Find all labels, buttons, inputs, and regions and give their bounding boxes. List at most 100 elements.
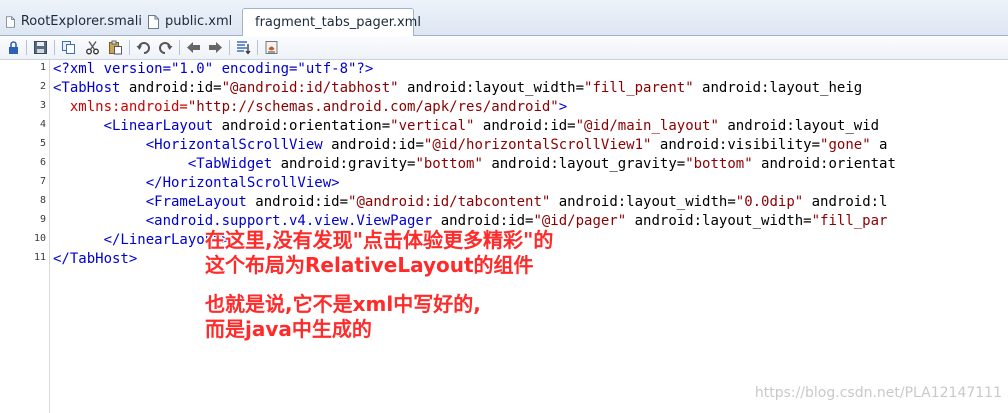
- code-token: android:id=: [246, 194, 349, 210]
- toolbar-separator: [129, 40, 130, 55]
- forward-icon[interactable]: [207, 39, 224, 56]
- annotation-line-4: 而是java中生成的: [205, 317, 372, 341]
- line-number: 9: [39, 214, 46, 225]
- code-token: "http://schemas.android.com/apk/res/andr…: [187, 99, 559, 115]
- tab-label: fragment_tabs_pager.xml: [255, 15, 421, 30]
- toolbar-separator: [179, 40, 180, 55]
- code-token: android:orientat: [752, 156, 896, 172]
- paste-icon[interactable]: [107, 39, 124, 56]
- code-token: android:layout_heig: [693, 80, 863, 96]
- line-number: 2: [39, 81, 46, 92]
- line-number: 10: [33, 233, 46, 244]
- toolbar-separator: [54, 40, 55, 55]
- code-token: "0.0dip": [735, 194, 804, 210]
- code-token: >: [558, 99, 568, 115]
- code-line: <LinearLayout android:orientation="verti…: [53, 117, 880, 136]
- compile-icon[interactable]: [263, 39, 280, 56]
- tab-rootexplorer-smali[interactable]: RootExplorer.smali: [0, 9, 142, 34]
- code-token: android:id=: [432, 213, 534, 229]
- line-number: 3: [39, 100, 46, 111]
- save-icon[interactable]: [32, 39, 49, 56]
- code-token: android:layout_wid: [718, 118, 880, 134]
- code-token: "@id/pager": [533, 213, 627, 229]
- code-token: "@id/horizontalScrollView1": [423, 137, 652, 153]
- tab-public-xml[interactable]: public.xml: [142, 9, 242, 34]
- line-number: 11: [33, 252, 46, 263]
- lock-icon[interactable]: [5, 39, 22, 56]
- code-token: <?xml version="1.0" encoding="utf-8"?>: [53, 61, 374, 77]
- code-token: android:id=: [322, 137, 424, 153]
- line-number-gutter: 1 2 3 4 5 6 7 8 9 10 11: [0, 60, 50, 413]
- code-token: </TabHost>: [53, 251, 138, 267]
- annotation-line-2: 这个布局为RelativeLayout的组件: [205, 253, 534, 277]
- code-token: "bottom": [685, 156, 753, 172]
- code-token: android:id=: [474, 118, 576, 134]
- toolbar-separator: [229, 40, 230, 55]
- code-token: android:orientation=: [213, 118, 391, 134]
- code-token: android:layout_width=: [550, 194, 736, 210]
- line-number: 8: [39, 195, 46, 206]
- tab-label: public.xml: [165, 14, 233, 29]
- code-token: android:layout_width=: [398, 80, 585, 96]
- undo-icon[interactable]: [135, 39, 152, 56]
- code-token: android:id=: [120, 80, 222, 96]
- editor-tab-bar: RootExplorer.smali public.xml fragment_t…: [0, 0, 1008, 36]
- code-line: <?xml version="1.0" encoding="utf-8"?>: [53, 60, 373, 79]
- editor-toolbar: [0, 36, 1008, 60]
- code-token: android:layout_gravity=: [482, 156, 686, 172]
- code-token: android:gravity=: [272, 156, 416, 172]
- code-line: </HorizontalScrollView>: [53, 174, 340, 193]
- code-token: "@android:id/tabcontent": [348, 194, 551, 210]
- code-token: <LinearLayout: [103, 118, 214, 134]
- cut-icon[interactable]: [84, 39, 101, 56]
- code-line: </LinearLayout>: [53, 231, 230, 250]
- code-token: android:layout_width=: [626, 213, 812, 229]
- code-line: </TabHost>: [53, 250, 137, 269]
- code-token: <HorizontalScrollView: [145, 137, 323, 153]
- code-token: "fill_parent": [584, 80, 694, 96]
- code-token: "bottom": [415, 156, 483, 172]
- back-icon[interactable]: [185, 39, 202, 56]
- toolbar-separator: [26, 40, 27, 55]
- line-number: 5: [39, 138, 46, 149]
- code-token: android:visibility=: [651, 137, 821, 153]
- code-token: android:l: [803, 194, 888, 210]
- code-token: </HorizontalScrollView>: [145, 175, 340, 191]
- copy-icon[interactable]: [60, 39, 77, 56]
- line-number: 7: [39, 176, 46, 187]
- file-icon: [148, 14, 159, 29]
- line-number: 6: [39, 157, 46, 168]
- code-line: <TabHost android:id="@android:id/tabhost…: [53, 79, 862, 98]
- tab-label: RootExplorer.smali: [20, 14, 142, 29]
- code-token: "gone": [820, 137, 871, 153]
- code-token: <TabWidget: [187, 156, 273, 172]
- code-token: "@android:id/tabhost": [221, 80, 399, 96]
- format-icon[interactable]: [235, 39, 252, 56]
- code-token: "fill_par: [811, 213, 888, 229]
- watermark-url: https://blog.csdn.net/PLA12147111: [754, 385, 1002, 401]
- code-token: <TabHost: [53, 80, 121, 96]
- redo-icon[interactable]: [157, 39, 174, 56]
- toolbar-separator: [257, 40, 258, 55]
- code-line: xmlns:android="http://schemas.android.co…: [53, 98, 567, 117]
- code-token: a: [870, 137, 888, 153]
- code-token: <FrameLayout: [145, 194, 247, 210]
- annotation-line-3: 也就是说,它不是xml中写好的,: [205, 292, 481, 316]
- code-line: <FrameLayout android:id="@android:id/tab…: [53, 193, 888, 212]
- code-line: <TabWidget android:gravity="bottom" andr…: [53, 155, 896, 174]
- code-token: "vertical": [390, 118, 475, 134]
- code-token: <android.support.v4.view.ViewPager: [145, 213, 433, 229]
- file-icon: [6, 15, 15, 28]
- code-token: xmlns:android=: [69, 99, 188, 115]
- line-number: 1: [39, 62, 46, 73]
- line-number: 4: [39, 119, 46, 130]
- code-token: "@id/main_layout": [575, 118, 719, 134]
- tab-fragment-tabs-pager-xml[interactable]: fragment_tabs_pager.xml: [242, 8, 421, 36]
